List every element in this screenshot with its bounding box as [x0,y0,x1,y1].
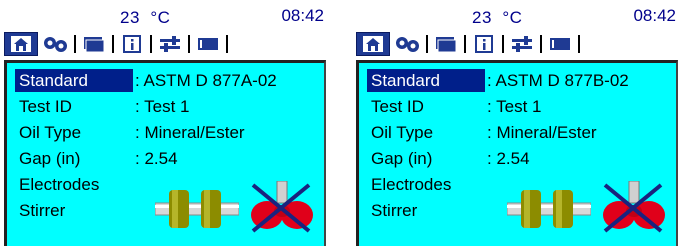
tab-separator [578,35,580,53]
folders-icon [436,37,457,53]
temperature-readout: 23 °C [120,8,171,27]
tab-info[interactable] [469,32,499,56]
field-label: Oil Type [19,123,82,142]
settings-gears-icon [396,37,419,52]
home-icon [11,36,31,52]
field-label: Standard [367,69,485,92]
field-label: Electrodes [19,175,100,194]
tab-home[interactable] [4,32,38,56]
info-icon [475,35,493,53]
tab-separator [426,35,428,53]
field-row-standard[interactable]: Standard : ASTM D 877B-02 [367,69,667,93]
field-label: Electrodes [371,175,452,194]
display-icon [550,38,570,50]
field-value: : Test 1 [487,97,542,116]
field-label: Stirrer [371,201,418,220]
instrument-screen-left: 23 °C 08:42 Standard: ASTM D 877A-02 Te… [0,0,330,246]
field-row-oil-type[interactable]: Oil Type : Mineral/Ester [367,121,667,145]
tab-settings[interactable] [41,32,71,56]
field-row-oil-type[interactable]: Oil Type : Mineral/Ester [15,121,315,145]
field-value: : ASTM D 877A-02 [135,71,277,90]
sliders-icon [160,36,180,52]
tab-home[interactable] [356,32,390,56]
field-label: Stirrer [19,201,66,220]
info-icon [123,35,141,53]
field-label: Test ID [371,97,424,116]
tab-separator [540,35,542,53]
tab-separator [188,35,190,53]
folders-icon [84,37,105,53]
home-icon [363,36,383,52]
temperature-readout: 23 °C [472,8,523,27]
tab-separator [74,35,76,53]
display-icon [198,38,218,50]
clock: 08:42 [281,6,324,25]
clock: 08:42 [633,6,676,25]
tab-separator [150,35,152,53]
tab-separator [502,35,504,53]
tab-display[interactable] [545,32,575,56]
field-label: Standard [15,69,133,92]
field-row-gap[interactable]: Gap (in) : 2.54 [15,147,315,171]
test-settings-panel: Standard : ASTM D 877A-02 Test ID : Test… [4,60,326,246]
tab-adjust[interactable] [155,32,185,56]
electrodes-icon [507,190,591,228]
tab-files[interactable] [79,32,109,56]
field-value: : Mineral/Ester [487,123,597,142]
field-value: : ASTM D 877B-02 [487,71,629,90]
field-row-test-id[interactable]: Test ID : Test 1 [15,95,315,119]
tab-separator [226,35,228,53]
tab-settings[interactable] [393,32,423,56]
tab-separator [464,35,466,53]
field-label: Test ID [19,97,72,116]
field-value: : 2.54 [487,149,530,168]
tab-info[interactable] [117,32,147,56]
field-label: Gap (in) [19,149,81,168]
instrument-screen-right: 23 °C 08:42 Standard: ASTM D 877B-02 Te… [352,0,680,246]
tab-separator [112,35,114,53]
field-row-test-id[interactable]: Test ID : Test 1 [367,95,667,119]
sliders-icon [512,36,532,52]
tab-bar [356,31,583,57]
field-row-standard[interactable]: Standard : ASTM D 877A-02 [15,69,315,93]
field-value: : Mineral/Ester [135,123,245,142]
stirrer-disabled-icon [251,181,313,233]
stirrer-disabled-icon [603,181,665,233]
tab-bar [4,31,231,57]
field-label: Gap (in) [371,149,433,168]
settings-gears-icon [44,37,67,52]
field-value: : 2.54 [135,149,178,168]
tab-files[interactable] [431,32,461,56]
tab-display[interactable] [193,32,223,56]
electrodes-icon [155,190,239,228]
tab-adjust[interactable] [507,32,537,56]
field-value: : Test 1 [135,97,190,116]
field-row-gap[interactable]: Gap (in) : 2.54 [367,147,667,171]
field-label: Oil Type [371,123,434,142]
test-settings-panel: Standard : ASTM D 877B-02 Test ID : Test… [356,60,678,246]
